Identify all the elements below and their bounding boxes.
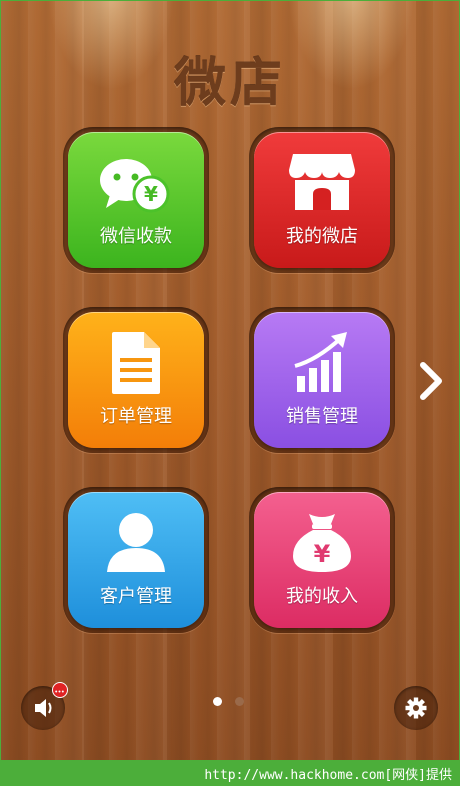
tile-slot: ¥ 微信收款 xyxy=(63,127,209,273)
my-income-button[interactable]: ¥ 我的收入 xyxy=(254,492,390,628)
next-page-arrow[interactable] xyxy=(415,361,447,401)
page-dot xyxy=(235,697,244,706)
svg-text:¥: ¥ xyxy=(144,182,158,206)
tile-label: 我的收入 xyxy=(286,586,358,607)
source-credit: http://www.hackhome.com[网侠]提供 xyxy=(204,768,452,783)
user-icon xyxy=(68,510,204,580)
wechat-payment-icon: ¥ xyxy=(68,150,204,220)
customer-management-button[interactable]: 客户管理 xyxy=(68,492,204,628)
wechat-payment-button[interactable]: ¥ 微信收款 xyxy=(68,132,204,268)
tile-slot: 我的微店 xyxy=(249,127,395,273)
page-indicator xyxy=(213,697,244,706)
app-title: 微店 xyxy=(173,54,286,114)
settings-button[interactable] xyxy=(394,686,438,730)
tile-label: 订单管理 xyxy=(100,406,172,427)
page-dot-active xyxy=(213,697,222,706)
tile-slot: 销售管理 xyxy=(249,307,395,453)
screenshot-frame: 微店 ¥ 微信收款 我的微店 订单管理 销售管理 客户管理 ¥ 我的收入 htt… xyxy=(0,0,460,786)
svg-text:¥: ¥ xyxy=(314,540,331,568)
home-screen: 微店 ¥ 微信收款 我的微店 订单管理 销售管理 客户管理 ¥ 我的收入 xyxy=(1,1,459,760)
tile-slot: 客户管理 xyxy=(63,487,209,633)
tile-slot: ¥ 我的收入 xyxy=(249,487,395,633)
notification-badge xyxy=(52,682,68,698)
tile-label: 销售管理 xyxy=(286,406,358,427)
sales-chart-icon xyxy=(254,330,390,400)
order-management-button[interactable]: 订单管理 xyxy=(68,312,204,448)
sound-button[interactable] xyxy=(21,682,68,730)
money-bag-icon: ¥ xyxy=(254,510,390,580)
my-shop-button[interactable]: 我的微店 xyxy=(254,132,390,268)
gear-icon xyxy=(405,697,427,719)
shop-icon xyxy=(254,150,390,220)
tile-slot: 订单管理 xyxy=(63,307,209,453)
tile-label: 客户管理 xyxy=(100,586,172,607)
source-footer: http://www.hackhome.com[网侠]提供 xyxy=(0,760,460,786)
document-icon xyxy=(68,330,204,400)
more-dots-icon xyxy=(55,690,64,693)
sales-management-button[interactable]: 销售管理 xyxy=(254,312,390,448)
chevron-right-icon xyxy=(420,362,442,400)
tile-label: 我的微店 xyxy=(286,226,358,247)
tile-label: 微信收款 xyxy=(100,226,172,247)
